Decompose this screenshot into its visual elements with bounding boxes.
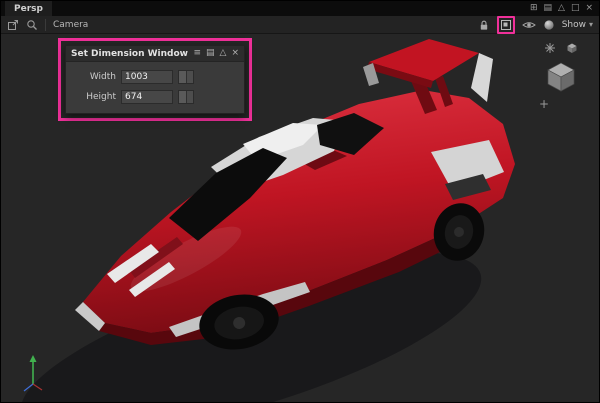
- eye-icon[interactable]: [521, 20, 536, 30]
- nav-top-row: [544, 42, 578, 54]
- viewport-toolbar: Camera Show ▾: [1, 15, 599, 34]
- z-axis-blue: [23, 383, 34, 392]
- grid-icon[interactable]: ⊞: [530, 4, 538, 13]
- dimension-panel-body: Width Height: [66, 62, 244, 113]
- height-field-row: Height: [72, 90, 234, 104]
- add-icon[interactable]: +: [539, 98, 549, 110]
- viewport-window: Persp ⊞ ▤ △ □ × Camera Show ▾ + Set Dime…: [0, 0, 600, 403]
- panel-close-icon[interactable]: ×: [231, 49, 239, 58]
- height-input[interactable]: [121, 90, 173, 104]
- axis-gizmo: [13, 350, 53, 398]
- material-sphere-icon[interactable]: [543, 19, 555, 31]
- viewport-nav-cluster: +: [535, 42, 587, 110]
- magnifier-icon[interactable]: [26, 19, 38, 31]
- viewport-tab-persp[interactable]: Persp: [5, 1, 52, 16]
- panel-header-icons: ≡ ▤ △ ×: [193, 49, 239, 58]
- show-label: Show: [561, 19, 586, 30]
- camera-selector[interactable]: Camera: [53, 20, 88, 30]
- width-field-row: Width: [72, 70, 234, 84]
- close-icon[interactable]: ×: [585, 4, 593, 13]
- width-label: Width: [89, 72, 116, 82]
- tab-label: Persp: [14, 3, 43, 14]
- mini-cube-icon[interactable]: [566, 42, 578, 54]
- titlebar-controls: ⊞ ▤ △ □ ×: [530, 4, 595, 13]
- frame-icon[interactable]: [7, 19, 19, 31]
- dimension-panel-header[interactable]: Set Dimension Window ≡ ▤ △ ×: [66, 46, 244, 62]
- lock-icon[interactable]: [478, 19, 490, 31]
- x-axis-red: [32, 383, 43, 391]
- show-dropdown[interactable]: Show ▾: [562, 20, 593, 30]
- detach-icon[interactable]: △: [558, 4, 565, 13]
- annotation-highlight-box: Set Dimension Window ≡ ▤ △ × Width 1003 …: [58, 38, 252, 121]
- rear-wing: [369, 39, 479, 81]
- viewport-canvas[interactable]: + Set Dimension Window ≡ ▤ △ × Width 100…: [1, 34, 599, 402]
- width-input[interactable]: [121, 70, 173, 84]
- width-mini-slider[interactable]: [178, 70, 194, 84]
- collapse-icon[interactable]: △: [220, 49, 227, 58]
- panel-title: Set Dimension Window: [71, 48, 188, 59]
- height-mini-slider[interactable]: [178, 90, 194, 104]
- view-cube[interactable]: [543, 58, 579, 94]
- flare-icon[interactable]: [544, 42, 556, 54]
- titlebar: Persp ⊞ ▤ △ □ ×: [1, 1, 599, 16]
- toolbar-right-group: Show ▾: [478, 15, 593, 34]
- chevron-down-icon: ▾: [588, 20, 593, 29]
- layout-icon[interactable]: ▤: [544, 4, 553, 13]
- list-icon[interactable]: ▤: [206, 49, 215, 58]
- maximize-icon[interactable]: □: [571, 4, 580, 13]
- height-label: Height: [86, 92, 116, 102]
- menu-icon[interactable]: ≡: [193, 49, 201, 58]
- render-region-icon[interactable]: [496, 15, 515, 34]
- toolbar-separator: [45, 18, 46, 31]
- wing-endplate: [471, 53, 493, 102]
- dimension-panel: Set Dimension Window ≡ ▤ △ × Width 1003 …: [65, 45, 245, 114]
